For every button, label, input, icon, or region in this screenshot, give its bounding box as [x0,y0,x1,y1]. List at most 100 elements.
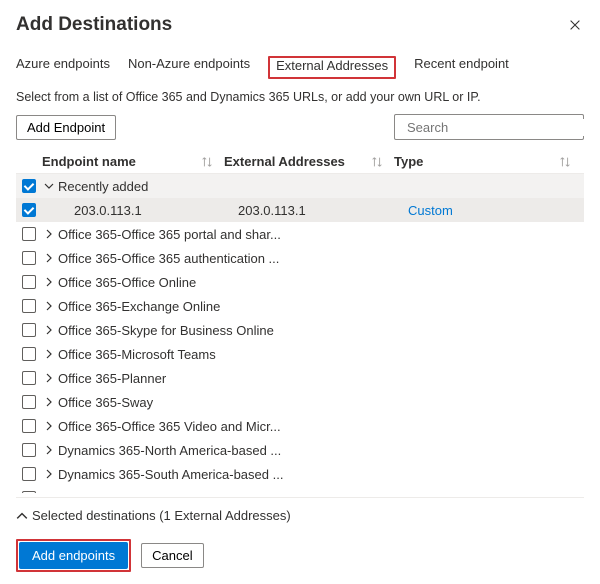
endpoint-name: Dynamics 365-EMEA based organizat... [58,491,288,494]
table-row[interactable]: Office 365-Planner [16,366,584,390]
row-expand-toggle[interactable] [42,467,56,481]
table-row[interactable]: Office 365-Office Online [16,270,584,294]
search-input[interactable] [405,119,585,136]
group-label: Recently added [58,179,148,194]
sort-icon [200,155,214,169]
group-expand-toggle[interactable] [42,179,56,193]
tab-recent-endpoint[interactable]: Recent endpoint [414,56,509,79]
add-endpoint-button[interactable]: Add Endpoint [16,115,116,140]
row-checkbox[interactable] [22,395,36,409]
table-row[interactable]: 203.0.113.1 203.0.113.1 Custom [16,198,584,222]
endpoint-name: Office 365-Office 365 portal and shar... [58,227,281,242]
close-button[interactable] [566,16,584,34]
column-external[interactable]: External Addresses [224,154,394,169]
chevron-down-icon [44,181,54,191]
endpoint-type: Custom [408,203,584,218]
row-checkbox[interactable] [22,443,36,457]
row-checkbox[interactable] [22,371,36,385]
chevron-right-icon [44,229,54,239]
row-expand-toggle[interactable] [42,275,56,289]
row-expand-toggle[interactable] [42,395,56,409]
chevron-right-icon [44,349,54,359]
table-row[interactable]: Office 365-Office 365 Video and Micr... [16,414,584,438]
add-endpoints-button[interactable]: Add endpoints [19,542,128,569]
search-box[interactable] [394,114,584,140]
endpoint-list-wrap: Recently added 203.0.113.1 203.0.113.1 C… [16,173,584,493]
tab-description: Select from a list of Office 365 and Dyn… [16,90,584,104]
panel-header: Add Destinations [16,14,584,36]
table-row[interactable]: Office 365-Office 365 portal and shar... [16,222,584,246]
chevron-right-icon [44,325,54,335]
sort-icon [370,155,384,169]
toolbar: Add Endpoint [16,114,584,140]
row-expand-toggle[interactable] [42,419,56,433]
row-expand-toggle[interactable] [42,371,56,385]
row-checkbox[interactable] [22,203,36,217]
panel-title: Add Destinations [16,14,172,36]
row-expand-toggle[interactable] [42,491,56,493]
endpoint-name: Office 365-Planner [58,371,166,386]
endpoint-name: Office 365-Skype for Business Online [58,323,274,338]
cancel-button[interactable]: Cancel [141,543,203,568]
column-headers: Endpoint name External Addresses Type [16,150,584,173]
row-checkbox[interactable] [22,323,36,337]
chevron-right-icon [44,301,54,311]
add-endpoints-highlight: Add endpoints [16,539,131,572]
chevron-right-icon [44,421,54,431]
endpoint-external: 203.0.113.1 [238,203,408,218]
row-expand-toggle[interactable] [42,347,56,361]
group-checkbox[interactable] [22,179,36,193]
table-row[interactable]: Dynamics 365-South America-based ... [16,462,584,486]
endpoint-name: Dynamics 365-North America-based ... [58,443,281,458]
row-expand-toggle[interactable] [42,299,56,313]
endpoint-name: Office 365-Sway [58,395,153,410]
chevron-right-icon [44,277,54,287]
table-row[interactable]: Dynamics 365-EMEA based organizat... [16,486,584,493]
row-expand-toggle[interactable] [42,323,56,337]
row-checkbox[interactable] [22,275,36,289]
row-checkbox[interactable] [22,299,36,313]
row-checkbox[interactable] [22,347,36,361]
column-external-label: External Addresses [224,154,345,169]
table-row[interactable]: Office 365-Skype for Business Online [16,318,584,342]
chevron-up-icon [16,510,28,522]
endpoint-name: Office 365-Exchange Online [58,299,220,314]
endpoint-name: Office 365-Office 365 Video and Micr... [58,419,281,434]
chevron-right-icon [44,469,54,479]
chevron-right-icon [44,253,54,263]
table-row[interactable]: Office 365-Office 365 authentication ... [16,246,584,270]
column-type-label: Type [394,154,423,169]
row-checkbox[interactable] [22,491,36,493]
column-name-label: Endpoint name [42,154,136,169]
table-row[interactable]: Dynamics 365-North America-based ... [16,438,584,462]
tab-bar: Azure endpoints Non-Azure endpoints Exte… [16,56,584,80]
endpoint-name: Office 365-Office 365 authentication ... [58,251,279,266]
tab-non-azure-endpoints[interactable]: Non-Azure endpoints [128,56,250,79]
endpoint-name: Dynamics 365-South America-based ... [58,467,283,482]
selected-destinations-toggle[interactable]: Selected destinations (1 External Addres… [16,498,584,539]
footer-actions: Add endpoints Cancel [16,539,584,572]
endpoint-list[interactable]: Recently added 203.0.113.1 203.0.113.1 C… [16,174,584,493]
table-row[interactable]: Office 365-Exchange Online [16,294,584,318]
group-recently-added[interactable]: Recently added [16,174,584,198]
column-name[interactable]: Endpoint name [42,154,224,169]
row-expand-toggle[interactable] [42,227,56,241]
endpoint-name: Office 365-Microsoft Teams [58,347,216,362]
chevron-right-icon [44,445,54,455]
row-expand-toggle[interactable] [42,443,56,457]
table-row[interactable]: Office 365-Sway [16,390,584,414]
tab-azure-endpoints[interactable]: Azure endpoints [16,56,110,79]
row-checkbox[interactable] [22,251,36,265]
row-expand-toggle[interactable] [42,251,56,265]
row-checkbox[interactable] [22,419,36,433]
chevron-right-icon [44,397,54,407]
row-checkbox[interactable] [22,467,36,481]
endpoint-name: 203.0.113.1 [74,203,142,218]
close-icon [568,18,582,32]
tab-external-addresses[interactable]: External Addresses [268,56,396,79]
column-type[interactable]: Type [394,154,584,169]
row-checkbox[interactable] [22,227,36,241]
table-row[interactable]: Office 365-Microsoft Teams [16,342,584,366]
sort-icon [558,155,572,169]
add-destinations-panel: Add Destinations Azure endpoints Non-Azu… [0,0,600,584]
